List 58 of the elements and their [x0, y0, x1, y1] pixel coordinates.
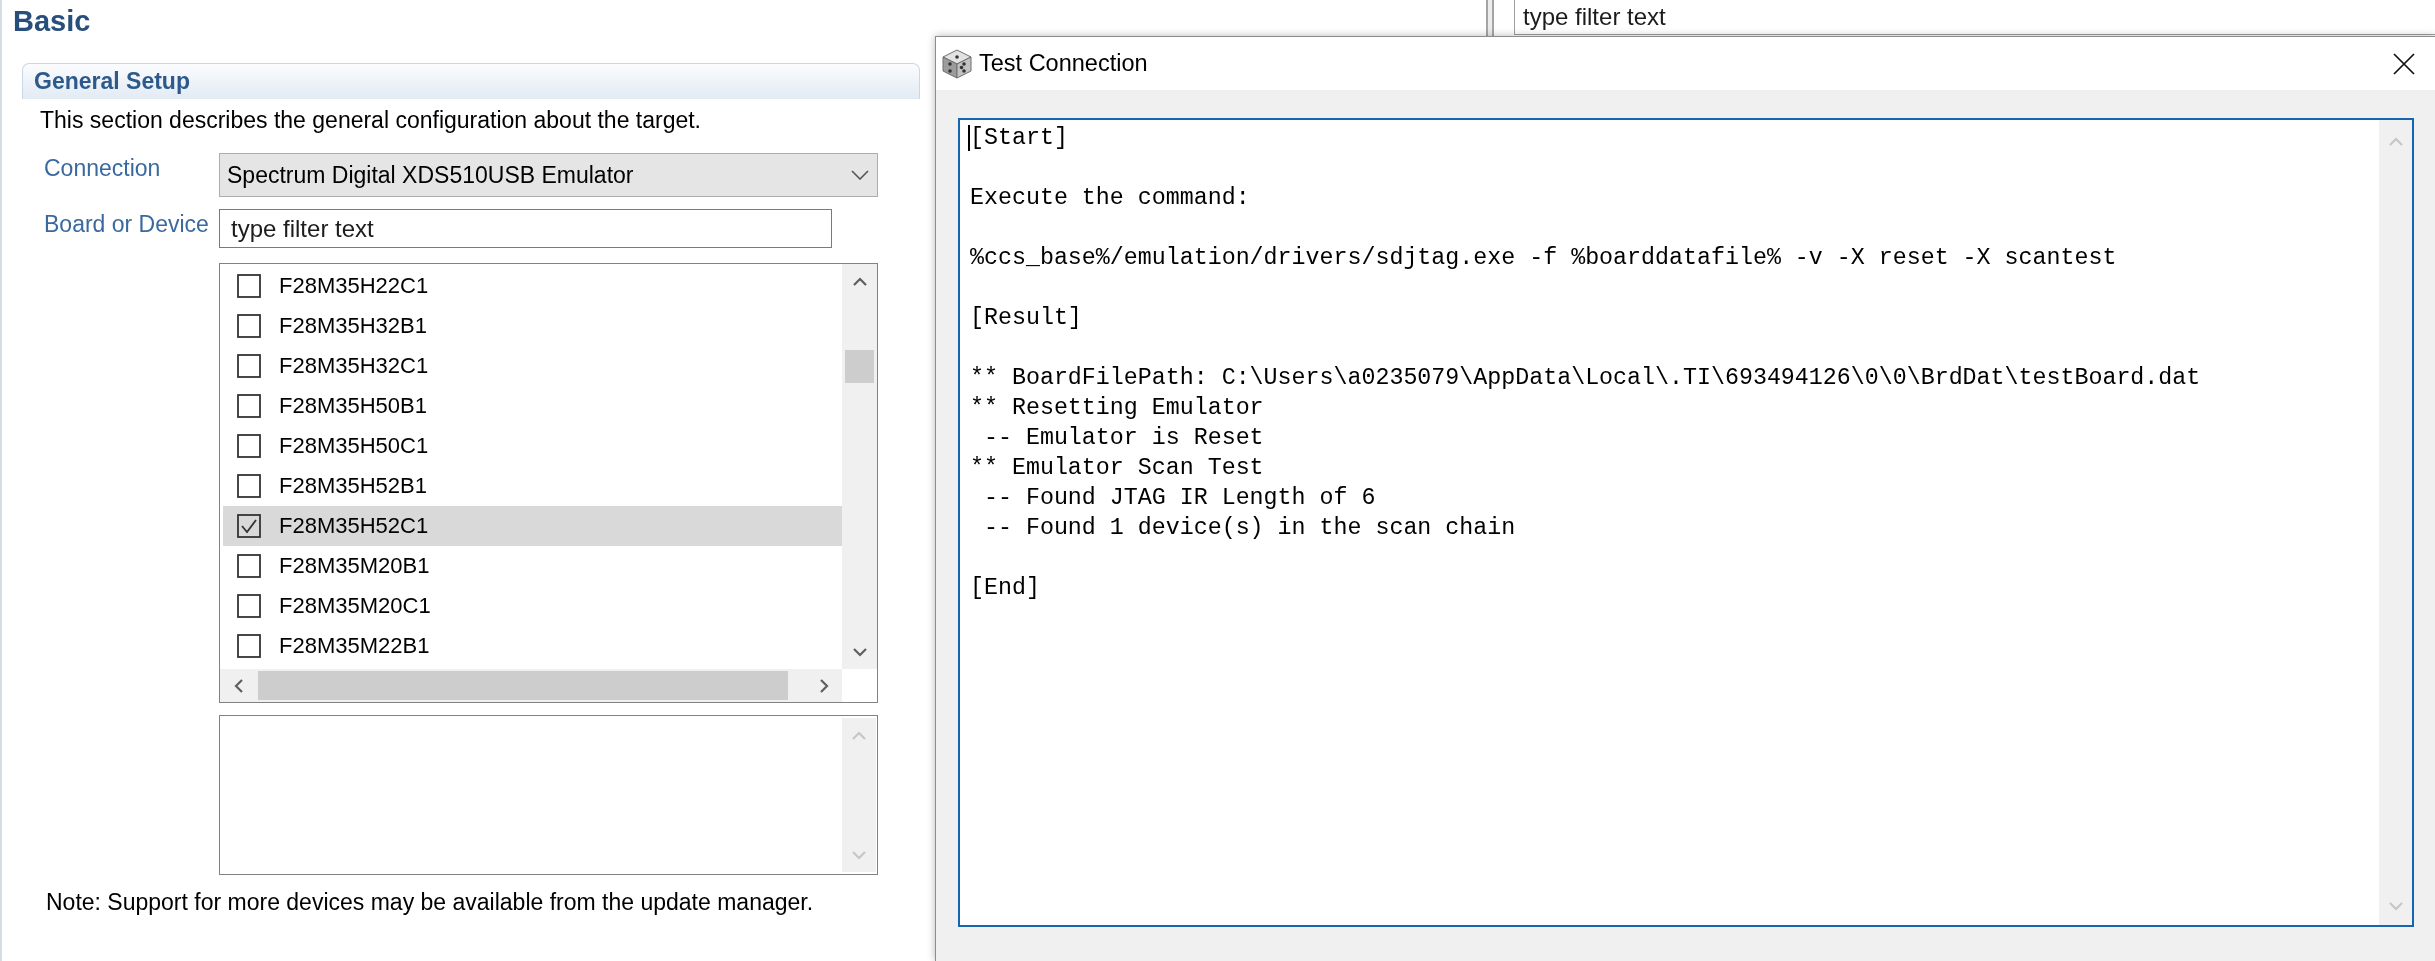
- checkbox[interactable]: [237, 634, 261, 658]
- close-icon: [2393, 52, 2415, 75]
- field-label: Board or Device: [44, 210, 209, 239]
- scrollbar-thumb[interactable]: [845, 350, 874, 383]
- chevron-down-icon[interactable]: [852, 647, 867, 657]
- device-list-item[interactable]: F28M35H32C1: [223, 346, 842, 386]
- checkbox[interactable]: [237, 434, 261, 458]
- checkbox[interactable]: [237, 314, 261, 338]
- device-list-item[interactable]: F28M35M20C1: [223, 586, 842, 626]
- filter-field[interactable]: type filter text: [219, 209, 832, 248]
- vertical-scrollbar[interactable]: [842, 264, 877, 669]
- device-list-item[interactable]: F28M35H52C1: [223, 506, 842, 546]
- device-list-item[interactable]: F28M35H50C1: [223, 426, 842, 466]
- field-label: Connection: [44, 154, 161, 183]
- chevron-up-icon[interactable]: [852, 276, 867, 286]
- output-line: ** BoardFilePath: C:\Users\a0235079\AppData\Local\.TI\693494126\0\0\BrdDat\testBoard.dat: [970, 364, 2201, 393]
- output-line: Execute the command:: [970, 184, 1250, 213]
- device-list-item[interactable]: F28M35H52B1: [223, 466, 842, 506]
- device-list-item[interactable]: F28M35M20B1: [223, 546, 842, 586]
- chevron-down-icon: [2388, 901, 2403, 911]
- device-list-item[interactable]: F28M35H32B1: [223, 306, 842, 346]
- device-list-item[interactable]: F28M35M22B1: [223, 626, 842, 666]
- output-line: -- Emulator is Reset: [982, 424, 1264, 453]
- chevron-right-icon[interactable]: [819, 678, 829, 693]
- chevron-left-icon[interactable]: [233, 678, 243, 693]
- output-line: -- Found JTAG IR Length of 6: [982, 484, 1376, 513]
- connection-dropdown[interactable]: Spectrum Digital XDS510USB Emulator: [219, 153, 878, 197]
- output-line: ** Emulator Scan Test: [970, 454, 1264, 483]
- checkbox[interactable]: [237, 474, 261, 498]
- checkbox[interactable]: [237, 394, 261, 418]
- device-list-item[interactable]: F28M35H50B1: [223, 386, 842, 426]
- device-list-item[interactable]: F28M35H22C1: [223, 266, 842, 306]
- cube-icon: [941, 47, 973, 80]
- checkbox[interactable]: [237, 554, 261, 578]
- checkbox[interactable]: [237, 594, 261, 618]
- horizontal-scrollbar[interactable]: [220, 669, 842, 702]
- chevron-down-icon: [851, 170, 869, 180]
- filter-field[interactable]: type filter text: [1514, 0, 2435, 35]
- note-text: Note: Support for more devices may be available from the update manager.: [46, 888, 814, 917]
- checkbox[interactable]: [237, 274, 261, 298]
- checkbox[interactable]: [237, 354, 261, 378]
- output-line: ** Resetting Emulator: [970, 394, 1264, 423]
- dialog-title: Test Connection: [979, 50, 1149, 77]
- output-line: [Result]: [970, 304, 1082, 333]
- text-cursor: [968, 125, 970, 151]
- page-title: Basic: [13, 4, 91, 39]
- chevron-down-icon: [852, 850, 866, 860]
- output-line: %ccs_base%/emulation/drivers/sdjtag.exe -f %boarddatafile% -v -X reset -X scantest: [970, 244, 2117, 273]
- scrollbar-thumb[interactable]: [258, 671, 788, 700]
- chevron-up-icon: [2388, 136, 2403, 146]
- output-text-area[interactable]: [958, 118, 2414, 927]
- output-line: [Start]: [970, 124, 1068, 153]
- section-header: General Setup: [22, 63, 920, 99]
- chevron-up-icon: [852, 730, 866, 740]
- output-line: [End]: [970, 574, 1040, 603]
- checkbox[interactable]: [237, 514, 261, 538]
- section-description: This section describes the general configuration about the target.: [40, 106, 701, 135]
- output-line: -- Found 1 device(s) in the scan chain: [982, 514, 1516, 543]
